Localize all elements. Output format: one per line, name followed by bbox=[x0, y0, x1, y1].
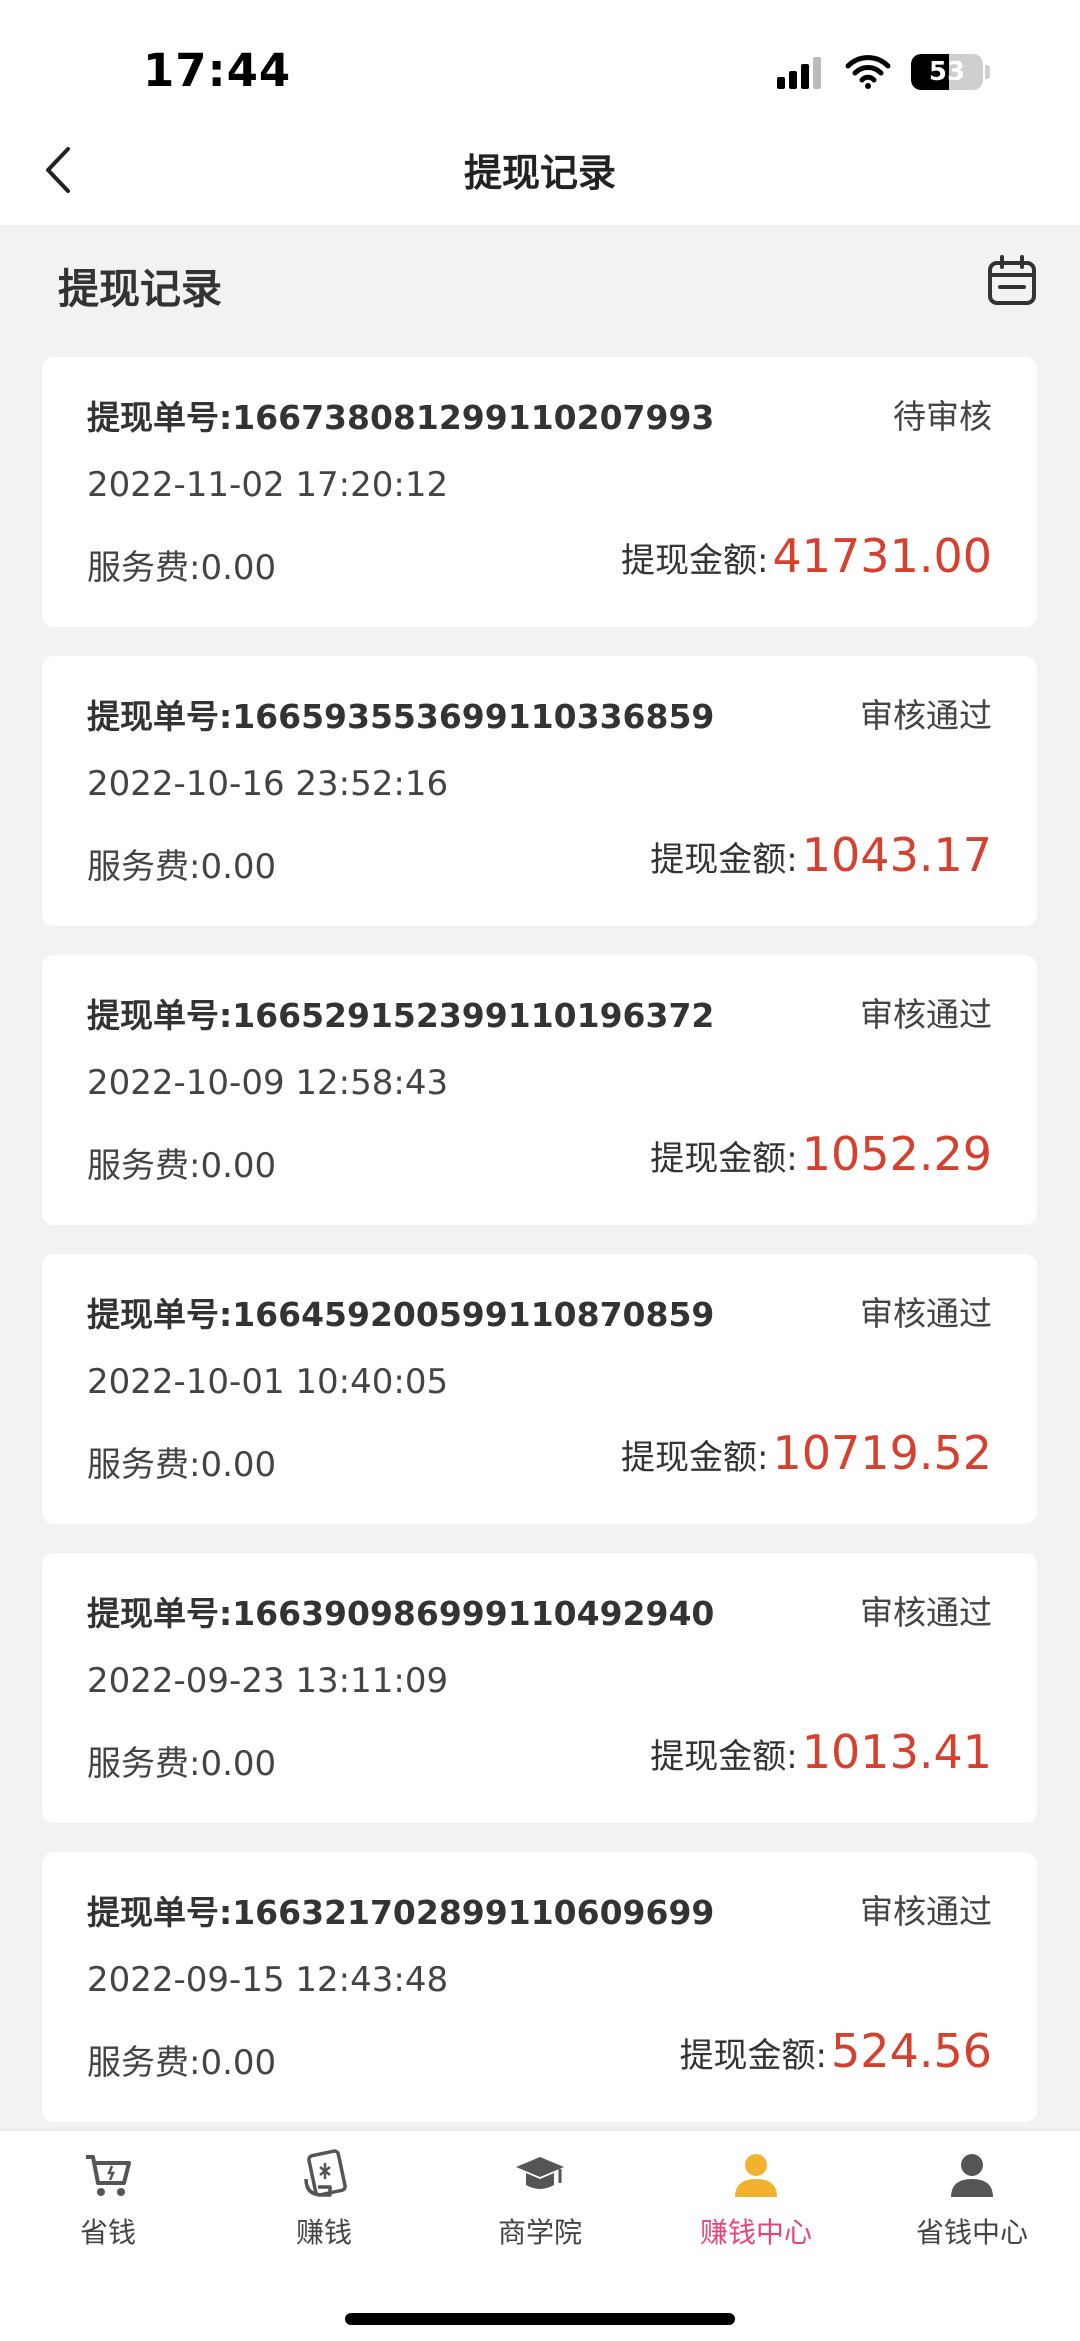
order-number: 提现单号:166321702899110609699 bbox=[87, 1893, 715, 1932]
amount-row: 提现金额: 1013.41 bbox=[650, 1725, 992, 1779]
home-indicator[interactable] bbox=[345, 2313, 735, 2325]
bottom-tab-bar: 省钱 赚钱 商学院 赚钱中心 省钱中心 bbox=[0, 2130, 1080, 2341]
amount-label: 提现金额: bbox=[650, 840, 798, 880]
battery-icon: 53 bbox=[911, 54, 983, 90]
order-number: 提现单号:166390986999110492940 bbox=[87, 1594, 715, 1633]
record-card[interactable]: 提现单号:166593553699110336859 审核通过 2022-10-… bbox=[42, 656, 1037, 926]
battery-level: 53 bbox=[928, 57, 966, 87]
record-time: 2022-10-09 12:58:43 bbox=[87, 1063, 449, 1103]
order-number: 提现单号:166593553699110336859 bbox=[87, 697, 715, 736]
tab-save-money[interactable]: 省钱 bbox=[0, 2149, 216, 2269]
tab-business-school[interactable]: 商学院 bbox=[432, 2149, 648, 2269]
amount-value: 10719.52 bbox=[772, 1426, 993, 1480]
tab-label: 赚钱 bbox=[295, 2216, 352, 2249]
service-fee: 服务费:0.00 bbox=[87, 1744, 277, 1784]
record-card[interactable]: 提现单号:166321702899110609699 审核通过 2022-09-… bbox=[42, 1852, 1037, 2122]
battery-tip bbox=[985, 65, 990, 79]
amount-row: 提现金额: 41731.00 bbox=[621, 529, 992, 583]
tab-label: 省钱 bbox=[79, 2216, 136, 2249]
wifi-icon bbox=[845, 55, 891, 89]
section-header: 提现记录 bbox=[0, 225, 1080, 355]
record-card[interactable]: 提现单号:166738081299110207993 待审核 2022-11-0… bbox=[42, 357, 1037, 627]
user-icon bbox=[951, 2154, 993, 2197]
record-time: 2022-09-15 12:43:48 bbox=[87, 1960, 449, 2000]
amount-value: 1052.29 bbox=[801, 1127, 992, 1181]
order-number: 提现单号:166529152399110196372 bbox=[87, 996, 715, 1035]
record-list: 提现单号:166738081299110207993 待审核 2022-11-0… bbox=[42, 357, 1037, 2151]
record-card[interactable]: 提现单号:166529152399110196372 审核通过 2022-10-… bbox=[42, 955, 1037, 1225]
tab-earn-center[interactable]: 赚钱中心 bbox=[648, 2149, 864, 2269]
nav-bar: 提现记录 bbox=[0, 130, 1080, 225]
service-fee: 服务费:0.00 bbox=[87, 2043, 277, 2083]
amount-label: 提现金额: bbox=[679, 2036, 828, 2076]
status-badge: 待审核 bbox=[893, 397, 992, 436]
status-badge: 审核通过 bbox=[860, 696, 992, 735]
tab-label: 商学院 bbox=[497, 2216, 582, 2249]
user-icon bbox=[735, 2154, 777, 2197]
record-time: 2022-11-02 17:20:12 bbox=[87, 465, 449, 505]
tab-save-center[interactable]: 省钱中心 bbox=[864, 2149, 1080, 2269]
money-card-icon bbox=[304, 2149, 347, 2197]
graduation-cap-icon bbox=[516, 2157, 564, 2189]
tab-label: 省钱中心 bbox=[915, 2216, 1028, 2249]
status-time: 17:44 bbox=[143, 44, 292, 97]
status-badge: 审核通过 bbox=[860, 1294, 992, 1333]
record-time: 2022-10-01 10:40:05 bbox=[87, 1362, 449, 1402]
status-bar: 17:44 53 bbox=[0, 0, 1080, 130]
service-fee: 服务费:0.00 bbox=[87, 1445, 277, 1485]
amount-label: 提现金额: bbox=[650, 1139, 798, 1179]
status-badge: 审核通过 bbox=[860, 995, 992, 1034]
amount-row: 提现金额: 10719.52 bbox=[621, 1426, 992, 1480]
amount-value: 1043.17 bbox=[801, 828, 992, 882]
section-title: 提现记录 bbox=[58, 265, 222, 313]
amount-row: 提现金额: 524.56 bbox=[680, 2024, 992, 2078]
record-time: 2022-10-16 23:52:16 bbox=[87, 764, 449, 804]
status-badge: 审核通过 bbox=[860, 1892, 992, 1931]
tab-earn-money[interactable]: 赚钱 bbox=[216, 2149, 432, 2269]
page-title: 提现记录 bbox=[463, 151, 616, 195]
status-icons: 53 bbox=[775, 52, 990, 92]
amount-value: 41731.00 bbox=[772, 529, 993, 583]
order-number: 提现单号:166738081299110207993 bbox=[87, 398, 715, 437]
amount-row: 提现金额: 1052.29 bbox=[650, 1127, 992, 1181]
amount-value: 1013.41 bbox=[801, 1725, 992, 1779]
amount-label: 提现金额: bbox=[621, 1438, 769, 1478]
record-time: 2022-09-23 13:11:09 bbox=[87, 1661, 449, 1701]
status-badge: 审核通过 bbox=[860, 1593, 992, 1632]
service-fee: 服务费:0.00 bbox=[87, 548, 277, 588]
order-number: 提现单号:166459200599110870859 bbox=[87, 1295, 715, 1334]
amount-row: 提现金额: 1043.17 bbox=[650, 828, 992, 882]
amount-label: 提现金额: bbox=[621, 541, 769, 581]
amount-label: 提现金额: bbox=[650, 1737, 798, 1777]
cellular-signal-icon bbox=[777, 57, 821, 89]
tab-label: 赚钱中心 bbox=[699, 2216, 812, 2249]
amount-value: 524.56 bbox=[831, 2024, 992, 2078]
record-card[interactable]: 提现单号:166459200599110870859 审核通过 2022-10-… bbox=[42, 1254, 1037, 1524]
service-fee: 服务费:0.00 bbox=[87, 847, 277, 887]
service-fee: 服务费:0.00 bbox=[87, 1146, 277, 1186]
record-card[interactable]: 提现单号:166390986999110492940 审核通过 2022-09-… bbox=[42, 1553, 1037, 1823]
withdraw-records-page: 17:44 53 提现记录 提现记录 提现单号:1667380812991102… bbox=[0, 0, 1080, 2341]
calendar-icon[interactable] bbox=[984, 253, 1040, 309]
cart-icon bbox=[86, 2155, 131, 2196]
